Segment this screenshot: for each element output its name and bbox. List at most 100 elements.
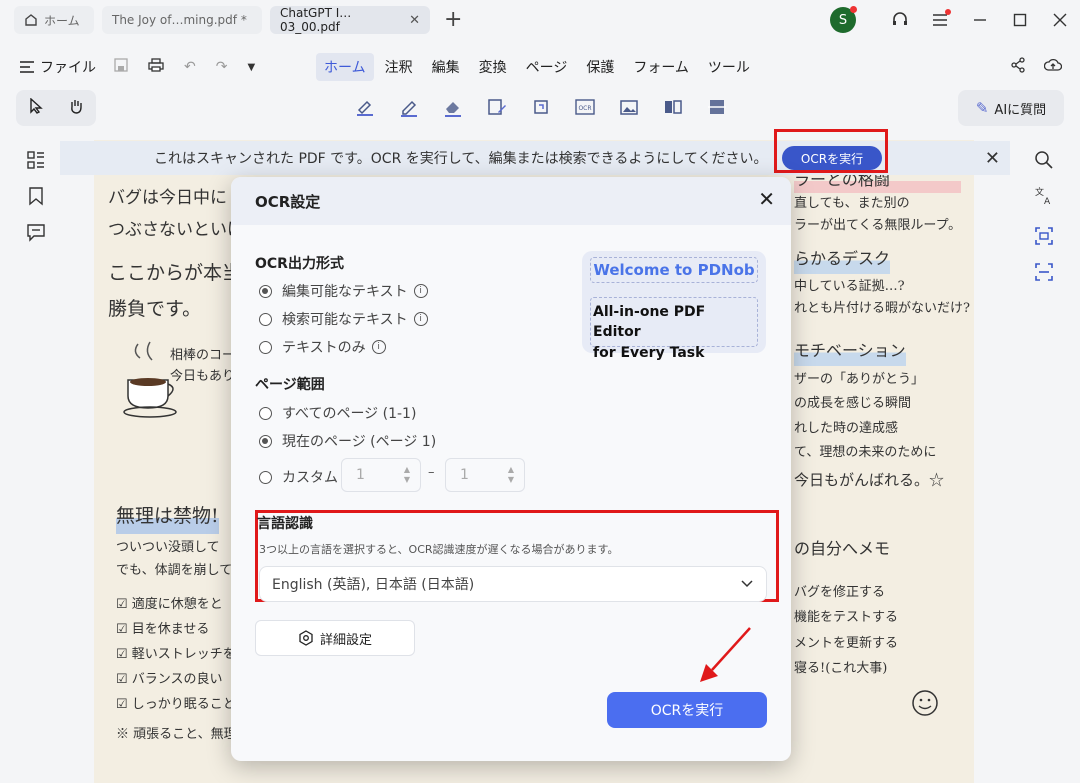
crop-icon[interactable] [530, 96, 552, 118]
close-window-icon[interactable] [1040, 0, 1080, 40]
tab-label: ChatGPT I…03_00.pdf [280, 6, 352, 34]
scan-region-icon[interactable] [1034, 262, 1054, 282]
cloud-upload-icon[interactable] [1043, 57, 1063, 77]
tab-joy-of-programming[interactable]: The Joy of…ming.pdf * [102, 6, 262, 34]
hamburger-icon [20, 61, 34, 73]
menu-icon[interactable] [920, 0, 960, 40]
search-icon[interactable] [1034, 150, 1054, 170]
doc-line: 機能をテストする [794, 610, 899, 626]
save-icon[interactable] [114, 58, 128, 76]
dropdown-icon[interactable]: ▼ [247, 62, 255, 73]
doc-text-block: ラーとの格闘 直しても、また別の ラーが出てくる無限ループ。 [794, 166, 962, 237]
doc-line: メントを更新する [794, 635, 899, 651]
doc-line: バグを修正する [794, 585, 886, 600]
stepper-arrows-icon[interactable]: ▲ ▼ [404, 465, 410, 484]
advanced-settings-button[interactable]: 詳細設定 [255, 620, 415, 656]
checklist-text: 適度に休憩をと [131, 597, 223, 612]
home-icon [25, 14, 37, 26]
new-tab-icon[interactable]: + [444, 9, 462, 31]
ocr-settings-dialog: OCR設定 ✕ OCR出力形式 編集可能なテキスト i 検索可能なテキスト i … [231, 177, 791, 761]
svg-text:文: 文 [1035, 186, 1044, 198]
menu-form[interactable]: フォーム [625, 53, 697, 81]
bookmark-icon[interactable] [26, 186, 46, 206]
doc-text-block: バグを修正する 機能をテストする メントを更新する 寝る!(これ大事) [794, 580, 898, 681]
title-bar: ホーム The Joy of…ming.pdf * ChatGPT I…03_0… [0, 0, 1080, 40]
eraser-tool-icon[interactable] [442, 96, 464, 118]
radio-label: テキストのみ [282, 340, 366, 356]
custom-from-input[interactable]: 1 ▲ ▼ [341, 458, 421, 492]
menu-convert[interactable]: 変換 [471, 53, 515, 81]
doc-text-block: ついつい没頭して でも、体調を崩して [116, 536, 232, 583]
menu-annotate[interactable]: 注釈 [377, 53, 421, 81]
file-menu[interactable]: ファイル [20, 57, 96, 77]
headset-icon[interactable] [880, 0, 920, 40]
radio-searchable-text[interactable]: 検索可能なテキスト i [259, 309, 428, 329]
doc-line: れした時の達成感 [794, 420, 899, 436]
hand-tool-icon[interactable] [68, 98, 84, 118]
dialog-title: OCR設定 [255, 192, 321, 211]
promo-headline: Welcome to PDNob [590, 257, 758, 283]
tab-home-label: ホーム [44, 13, 80, 28]
tab-home[interactable]: ホーム [14, 6, 94, 34]
radio-editable-text[interactable]: 編集可能なテキスト i [259, 281, 428, 301]
image-icon[interactable] [618, 96, 640, 118]
menu-edit[interactable]: 編集 [424, 53, 468, 81]
doc-heading: らかるデスク [794, 244, 891, 275]
radio-circle [259, 284, 272, 298]
share-icon[interactable] [1010, 57, 1026, 77]
stepper-arrows-icon[interactable]: ▲ ▼ [508, 465, 514, 484]
notification-dot [850, 6, 857, 13]
doc-footer-note: ※ 頑張ること、無理 [116, 727, 237, 742]
ask-ai-label: AIに質問 [994, 102, 1047, 118]
language-select[interactable]: English (英語), 日本語 (日本語) [259, 566, 767, 602]
run-ocr-button[interactable]: OCRを実行 [607, 692, 767, 728]
ask-ai-button[interactable]: ✎ AIに質問 [958, 90, 1064, 126]
comments-icon[interactable] [26, 222, 46, 242]
select-cursor-icon[interactable] [29, 97, 43, 118]
checklist-item: ☑ しっかり眠ること [116, 697, 236, 713]
info-icon[interactable]: i [413, 312, 428, 326]
redo-icon[interactable]: ↷ [216, 59, 228, 75]
highlight-tool-icon[interactable] [354, 96, 376, 118]
undo-icon[interactable]: ↶ [184, 59, 196, 75]
minimize-icon[interactable] [960, 0, 1000, 40]
close-dialog-icon[interactable]: ✕ [758, 189, 775, 209]
tab-chatgpt-pdf[interactable]: ChatGPT I…03_00.pdf ✕ [270, 6, 430, 34]
radio-custom-range[interactable]: カスタム [259, 467, 338, 487]
info-icon[interactable]: i [371, 340, 386, 354]
checklist-item: ☑ バランスの良い [116, 672, 223, 688]
print-icon[interactable] [148, 58, 164, 76]
radio-circle [259, 340, 272, 354]
svg-text:OCR: OCR [578, 105, 591, 112]
menu-home[interactable]: ホーム [316, 53, 374, 81]
close-notice-icon[interactable]: ✕ [985, 148, 1000, 169]
info-icon[interactable]: i [413, 284, 428, 298]
scan-icon[interactable] [706, 96, 728, 118]
radio-all-pages[interactable]: すべてのページ (1-1) [259, 403, 416, 423]
menu-page[interactable]: ページ [518, 53, 576, 81]
pen-tool-icon[interactable] [398, 96, 420, 118]
menu-protect[interactable]: 保護 [578, 53, 622, 81]
doc-line: 中している証拠…? [794, 279, 905, 294]
doc-line: て、理想の未来のために [794, 445, 937, 461]
avatar[interactable]: S [830, 6, 857, 33]
dialog-header: OCR設定 [231, 177, 791, 225]
advanced-settings-label: 詳細設定 [319, 632, 372, 648]
main-menu: ホーム 注釈 編集 変換 ページ 保護 フォーム ツール [316, 52, 761, 82]
maximize-icon[interactable] [1000, 0, 1040, 40]
radio-current-page[interactable]: 現在のページ (ページ 1) [259, 431, 436, 451]
ocr-region-icon[interactable] [1034, 226, 1054, 246]
menu-tools[interactable]: ツール [700, 53, 758, 81]
custom-to-input[interactable]: 1 ▲ ▼ [445, 458, 525, 492]
doc-line: 今日もがんばれる。☆ [794, 470, 945, 489]
edit-text-icon[interactable] [486, 96, 508, 118]
doc-heading: 無理は禁物! [116, 498, 219, 535]
ocr-icon[interactable]: OCR [574, 96, 596, 118]
checklist-text: 軽いストレッチを [131, 647, 236, 663]
close-tab-icon[interactable]: ✕ [409, 13, 420, 28]
radio-text-only[interactable]: テキストのみ i [259, 337, 386, 357]
thumbnails-icon[interactable] [26, 150, 46, 170]
translate-icon[interactable]: 文A [1034, 186, 1054, 207]
doc-line: ついつい没頭して [116, 540, 220, 555]
compare-icon[interactable] [662, 96, 684, 118]
